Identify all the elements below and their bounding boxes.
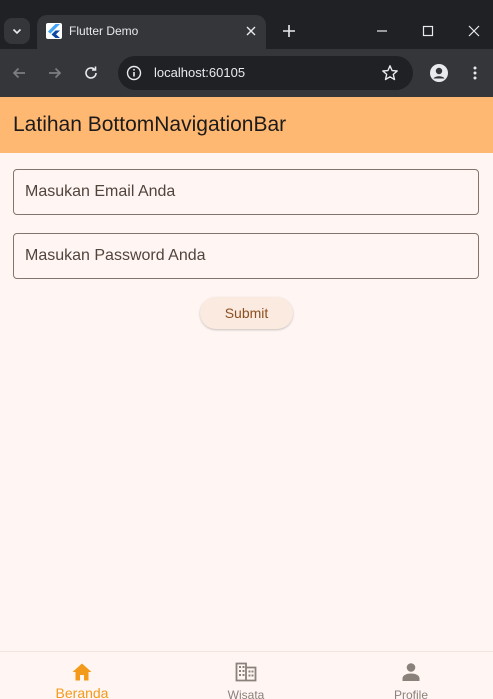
form-area: Submit <box>0 153 493 651</box>
nav-item-beranda[interactable]: Beranda <box>0 652 164 699</box>
close-window-button[interactable] <box>464 21 484 41</box>
forward-arrow-icon <box>49 67 62 79</box>
nav-item-wisata[interactable]: Wisata <box>164 652 328 699</box>
nav-label-beranda: Beranda <box>55 685 109 699</box>
tab-title: Flutter Demo <box>69 24 139 38</box>
email-input[interactable] <box>25 170 465 214</box>
star-icon <box>382 65 398 81</box>
maximize-button[interactable] <box>418 21 438 41</box>
profile-button[interactable] <box>427 61 451 85</box>
nav-item-profile[interactable]: Profile <box>329 652 493 699</box>
email-field[interactable] <box>13 169 479 215</box>
password-input[interactable] <box>25 234 465 278</box>
chevron-down-icon <box>12 28 22 35</box>
close-icon <box>468 25 480 37</box>
page-title: Latihan BottomNavigationBar <box>13 113 287 136</box>
browser-window: Flutter Demo localhost:60105 Latihan Bot… <box>0 0 493 699</box>
back-button[interactable] <box>7 61 31 85</box>
tab-close-button[interactable] <box>242 22 260 40</box>
browser-menu-button[interactable] <box>463 61 487 85</box>
browser-toolbar: localhost:60105 <box>0 49 493 97</box>
password-field[interactable] <box>13 233 479 279</box>
tab-list-button[interactable] <box>4 18 30 44</box>
flutter-logo-icon <box>46 23 62 39</box>
profile-icon <box>430 64 448 82</box>
address-bar[interactable]: localhost:60105 <box>118 56 413 90</box>
forward-button[interactable] <box>43 61 67 85</box>
site-info-button[interactable] <box>126 65 142 81</box>
business-icon <box>234 660 258 684</box>
reload-icon <box>85 66 97 79</box>
reload-button[interactable] <box>79 61 103 85</box>
nav-label-wisata: Wisata <box>227 688 265 699</box>
submit-button[interactable]: Submit <box>200 297 293 329</box>
minimize-icon <box>377 30 387 32</box>
bookmark-button[interactable] <box>381 64 399 82</box>
bottom-navigation-bar: Beranda Wisata Profile <box>0 651 493 699</box>
new-tab-button[interactable] <box>279 21 299 41</box>
app-bar: Latihan BottomNavigationBar <box>0 97 493 153</box>
plus-icon <box>283 25 295 37</box>
nav-label-profile: Profile <box>393 688 428 699</box>
maximize-icon <box>422 25 434 37</box>
active-tab[interactable]: Flutter Demo <box>37 15 266 49</box>
minimize-button[interactable] <box>372 21 392 41</box>
person-icon <box>399 660 423 684</box>
back-arrow-icon <box>12 67 25 79</box>
address-url: localhost:60105 <box>154 65 246 80</box>
close-icon <box>246 26 256 36</box>
more-vert-icon <box>473 66 477 80</box>
home-icon <box>70 660 94 684</box>
info-icon <box>126 65 142 81</box>
tab-strip: Flutter Demo <box>0 0 493 49</box>
